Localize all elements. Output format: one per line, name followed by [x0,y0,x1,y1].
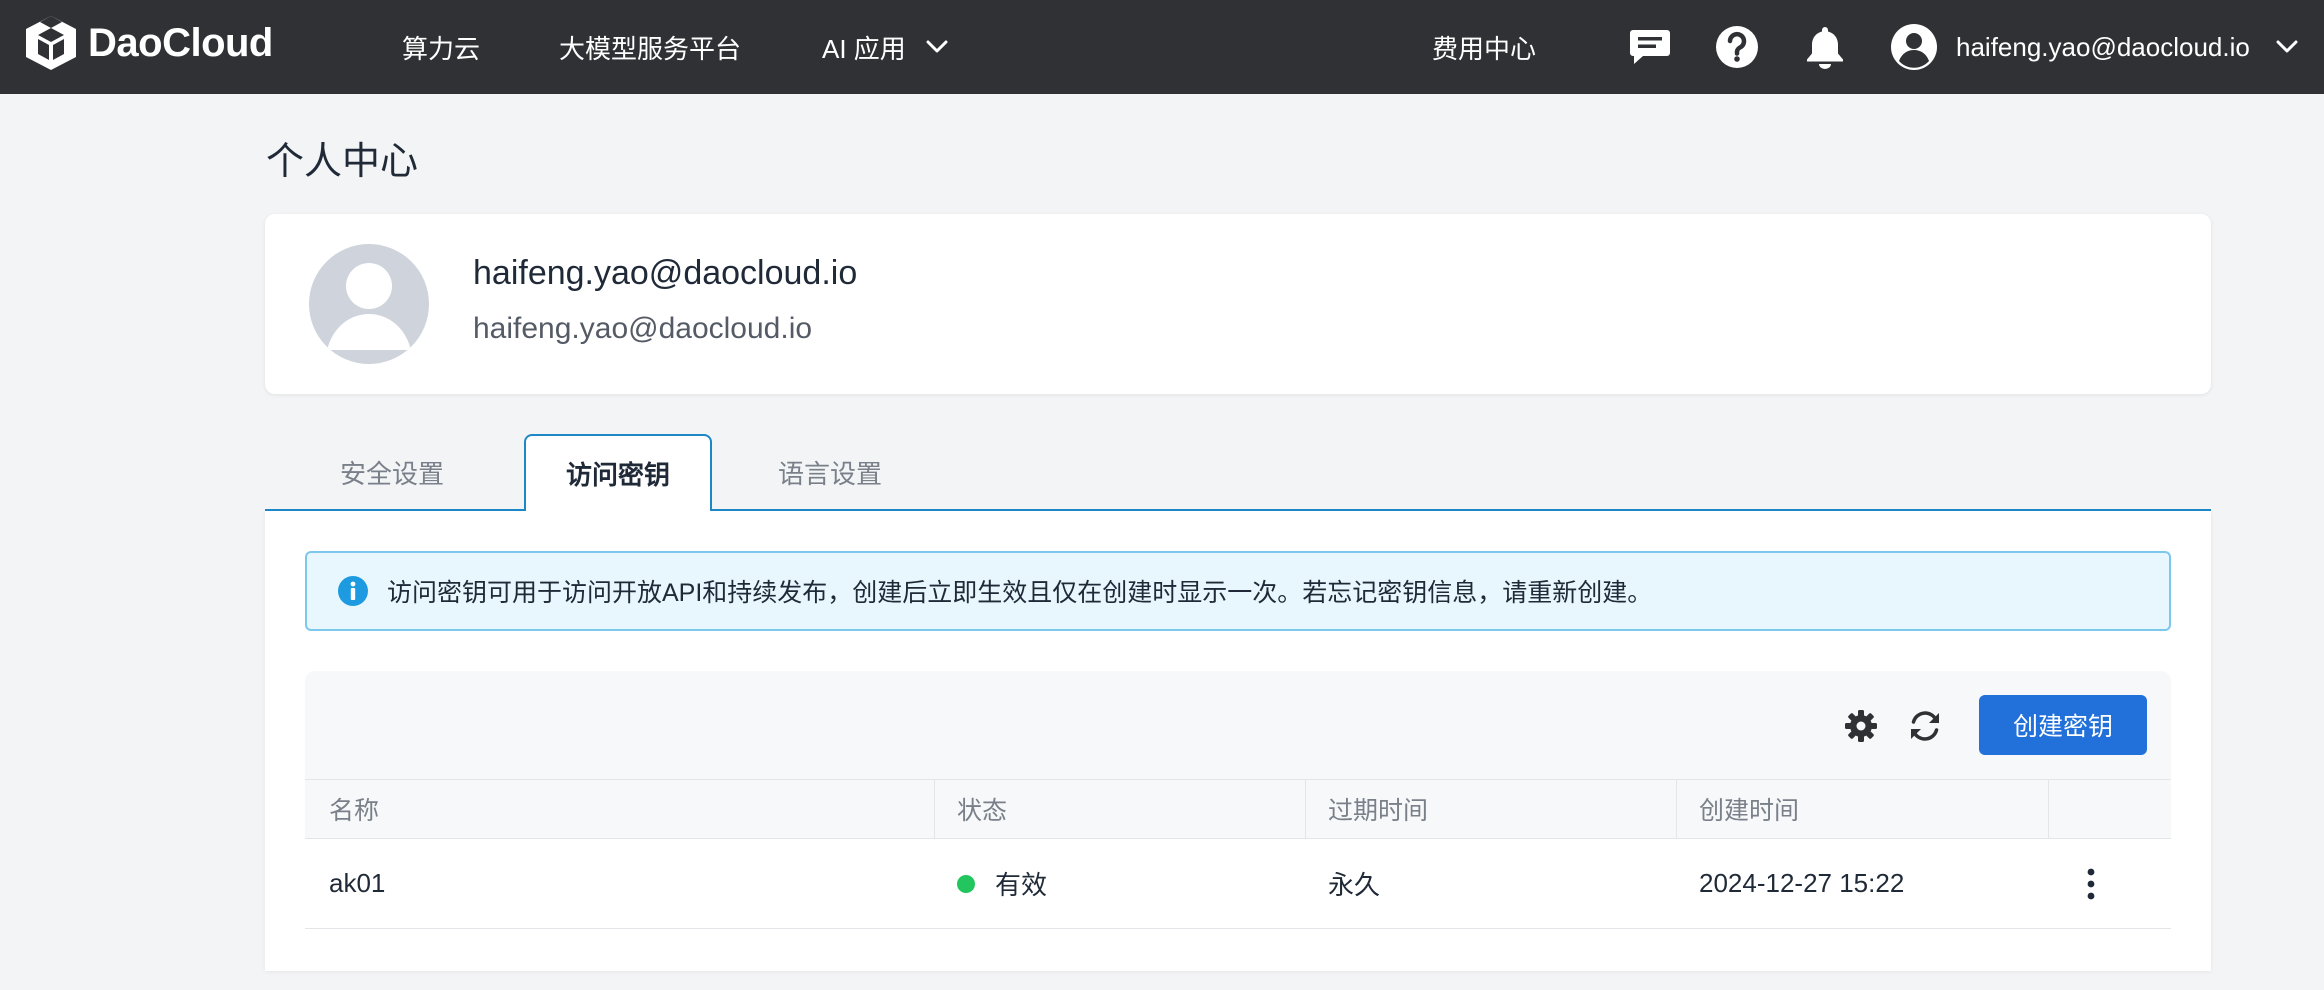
column-divider [934,780,935,838]
avatar [309,244,429,364]
access-keys-panel: 访问密钥可用于访问开放API和持续发布，创建后立即生效且仅在创建时显示一次。若忘… [265,511,2211,971]
bell-icon[interactable] [1800,22,1850,72]
refresh-icon[interactable] [1905,706,1945,746]
top-nav-bar: DaoCloud 算力云 大模型服务平台 AI 应用 费用中心 haifeng.… [0,0,2324,94]
column-header-expiry[interactable]: 过期时间 [1328,780,1428,838]
table-toolbar: 创建密钥 [305,671,2171,779]
table-row: ak01 有效 永久 2024-12-27 15:22 [305,839,2171,929]
billing-center-link[interactable]: 费用中心 [1432,0,1536,94]
status-text: 有效 [995,870,1048,900]
column-divider [1305,780,1306,838]
status-dot-icon [957,874,975,893]
chevron-down-icon [926,40,948,53]
profile-email: haifeng.yao@daocloud.io [473,312,813,345]
expiry-cell: 永久 [1328,870,1381,900]
daocloud-cube-icon [26,16,76,70]
settings-tabs: 安全设置 访问密钥 语言设置 [265,434,2211,513]
nav-item-compute-cloud[interactable]: 算力云 [402,0,480,94]
user-menu[interactable]: haifeng.yao@daocloud.io [1890,0,2298,94]
table-header: 名称 状态 过期时间 创建时间 [305,779,2171,839]
help-icon[interactable] [1712,22,1762,72]
access-keys-table: 创建密钥 名称 状态 过期时间 创建时间 ak01 有效 永久 2024-12-… [305,671,2171,929]
key-name-cell: ak01 [329,868,386,898]
tab-label: 访问密钥 [565,460,670,490]
tab-language-settings[interactable]: 语言设置 [745,434,915,511]
chevron-down-icon [2276,40,2298,53]
page-title: 个人中心 [266,141,419,183]
tab-label: 安全设置 [339,459,444,489]
column-divider [2048,780,2049,838]
user-avatar-icon [1891,24,1937,70]
column-header-created[interactable]: 创建时间 [1699,780,1799,838]
nav-item-ai-apps[interactable]: AI 应用 [822,0,948,94]
user-email: haifeng.yao@daocloud.io [1956,31,2250,62]
tab-access-keys[interactable]: 访问密钥 [524,434,712,513]
user-avatar-icon [327,263,411,350]
more-actions-icon[interactable] [2071,864,2111,904]
nav-item-label: 大模型服务平台 [559,33,742,64]
column-divider [1676,780,1677,838]
info-icon [338,576,368,606]
create-key-button[interactable]: 创建密钥 [1979,695,2147,755]
info-text: 访问密钥可用于访问开放API和持续发布，创建后立即生效且仅在创建时显示一次。若忘… [387,579,1653,607]
tab-label: 语言设置 [777,459,882,489]
nav-item-label: 算力云 [402,33,481,64]
daocloud-logo[interactable]: DaoCloud [24,14,273,72]
created-cell: 2024-12-27 15:22 [1699,868,1905,898]
gear-icon[interactable] [1841,706,1881,746]
brand-name: DaoCloud [88,20,273,65]
nav-item-label: AI 应用 [822,33,906,64]
profile-card: haifeng.yao@daocloud.io haifeng.yao@daoc… [265,214,2211,394]
tab-security-settings[interactable]: 安全设置 [307,434,477,511]
billing-center-label: 费用中心 [1432,33,1537,64]
column-header-name[interactable]: 名称 [329,780,379,838]
info-banner: 访问密钥可用于访问开放API和持续发布，创建后立即生效且仅在创建时显示一次。若忘… [305,551,2171,631]
nav-item-llm-platform[interactable]: 大模型服务平台 [559,0,741,94]
column-header-status[interactable]: 状态 [957,780,1007,838]
message-icon[interactable] [1625,22,1675,72]
status-cell: 有效 [957,839,1047,928]
profile-name: haifeng.yao@daocloud.io [473,254,858,292]
